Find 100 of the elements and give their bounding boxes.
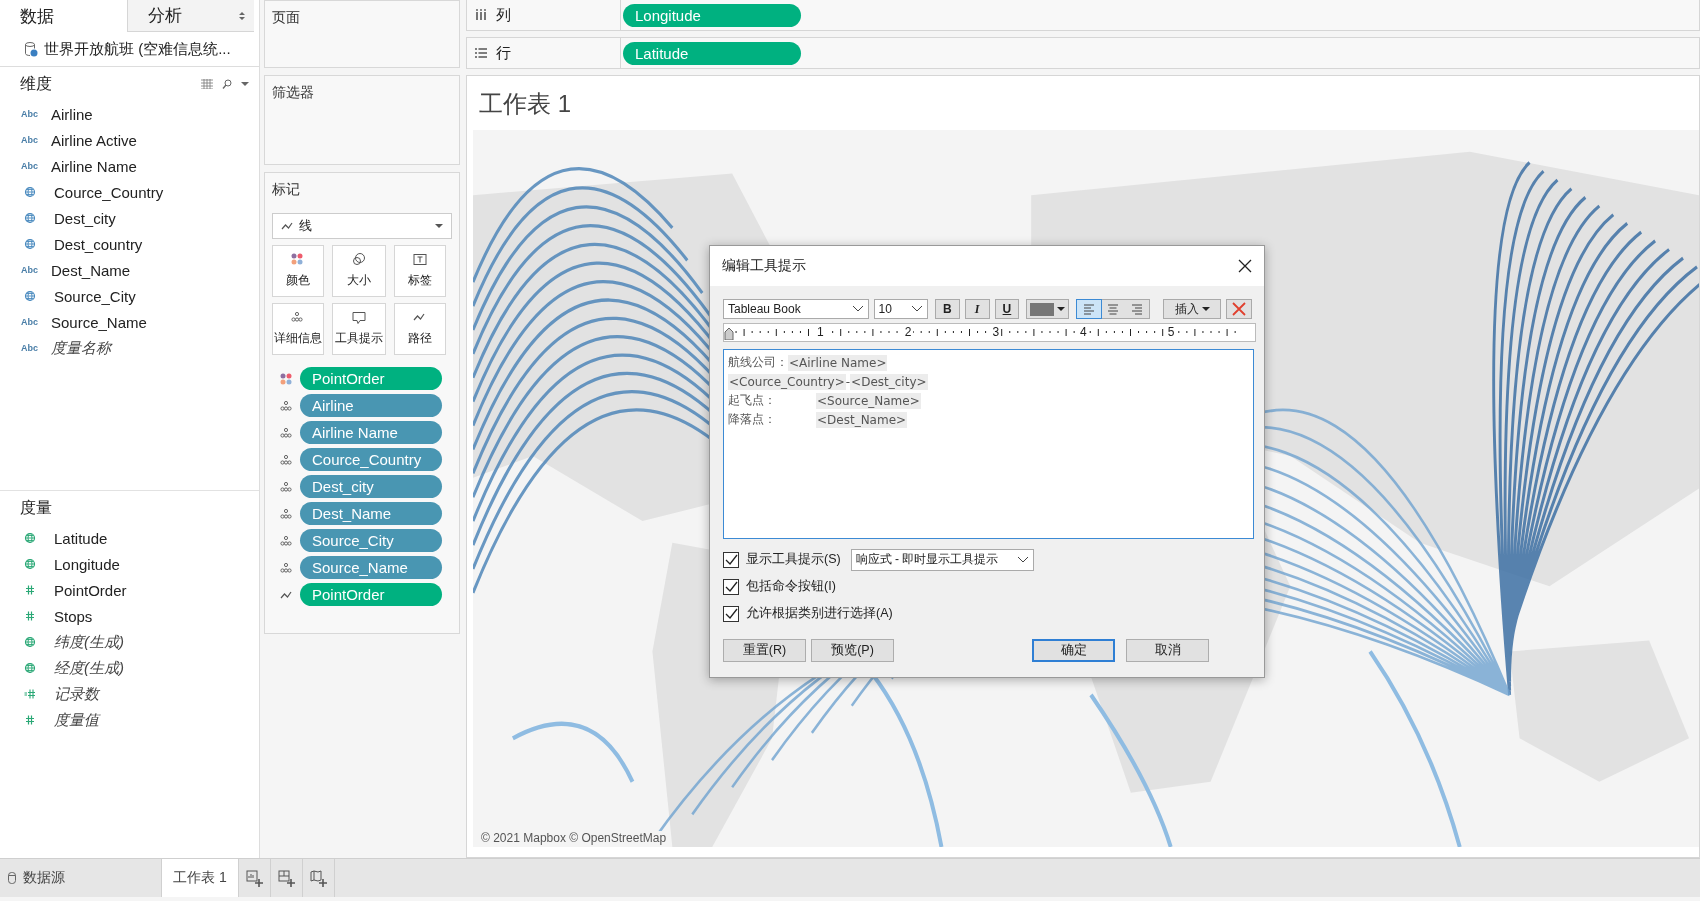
indent-marker-icon[interactable]	[724, 328, 734, 340]
bold-button[interactable]: B	[935, 299, 960, 319]
field-item[interactable]: Dest_city	[54, 209, 116, 227]
align-left-button[interactable]	[1076, 300, 1101, 318]
field-item[interactable]: Latitude	[54, 529, 108, 547]
field-item[interactable]: Airline	[51, 105, 93, 123]
number-icon	[24, 714, 36, 726]
search-icon[interactable]	[222, 79, 232, 89]
color-dots-icon	[291, 253, 305, 267]
field-item[interactable]: 度量名称	[51, 338, 111, 358]
field-item[interactable]: Dest_country	[54, 235, 143, 253]
editor-text: 起飞点：	[728, 392, 777, 409]
map-attribution: © 2021 Mapbox © OpenStreetMap	[479, 831, 669, 845]
dots-icon	[280, 507, 292, 520]
editor-text: 降落点：	[728, 411, 777, 428]
globe-icon	[24, 212, 36, 224]
align-right-icon	[1129, 302, 1144, 316]
list-view-icon[interactable]	[201, 79, 213, 89]
font-dropdown[interactable]: Tableau Book	[723, 299, 869, 319]
check-icon	[724, 606, 738, 621]
field-item[interactable]: Stops	[54, 607, 93, 625]
font-size-dropdown[interactable]: 10	[873, 299, 929, 319]
field-item[interactable]: Source_City	[54, 287, 136, 305]
globe-icon	[24, 532, 36, 544]
check-icon	[724, 579, 738, 594]
field-item[interactable]: 纬度(生成)	[54, 632, 124, 652]
globe-icon	[24, 662, 36, 674]
datasource-name[interactable]: 世界开放航班 (空难信息统...	[44, 39, 231, 59]
ruler-number: 3	[990, 325, 1002, 339]
field-item[interactable]: 度量值	[54, 710, 99, 730]
new-dashboard-icon	[278, 869, 295, 887]
marks-button[interactable]: 大小	[332, 245, 386, 297]
caret-icon	[1057, 306, 1066, 312]
dialog-button[interactable]: 重置(R)	[723, 639, 806, 662]
behavior-dropdown[interactable]: 响应式 - 即时显示工具提示	[850, 548, 1034, 571]
italic-button[interactable]: I	[964, 299, 990, 319]
marks-button[interactable]: 工具提示	[332, 303, 386, 355]
globe-icon	[24, 290, 36, 302]
field-token: <Airline Name>	[788, 354, 888, 371]
marks-button[interactable]: 路径	[394, 303, 446, 355]
number-icon	[24, 610, 36, 622]
new-story-icon	[310, 869, 327, 887]
ruler-number: 2	[902, 325, 914, 339]
type-label: Abc	[21, 161, 39, 171]
checkbox-label[interactable]: 允许根据类别进行选择(A)	[746, 605, 893, 622]
field-item[interactable]: Cource_Country	[54, 183, 164, 201]
dots-icon	[280, 453, 292, 466]
marks-button[interactable]: 颜色	[272, 245, 324, 297]
clear-button[interactable]	[1226, 299, 1252, 319]
checkbox-label[interactable]: 显示工具提示(S)	[746, 551, 841, 568]
dialog-button[interactable]: 预览(P)	[811, 639, 894, 662]
sheet-tab[interactable]: 工作表 1	[162, 859, 239, 897]
field-item[interactable]: Airline Name	[51, 157, 137, 175]
field-item[interactable]: PointOrder	[54, 581, 127, 599]
dots-icon	[280, 480, 292, 493]
checkbox[interactable]	[723, 578, 739, 595]
marks-button[interactable]: 标签	[394, 245, 446, 297]
field-item[interactable]: 经度(生成)	[54, 658, 124, 678]
number-icon	[24, 584, 36, 596]
circles-icon	[352, 253, 366, 267]
type-label: Abc	[21, 265, 39, 275]
close-icon[interactable]	[1238, 259, 1252, 273]
field-item[interactable]: Source_Name	[51, 313, 147, 331]
database-icon	[24, 41, 38, 57]
type-label: Abc	[21, 135, 39, 145]
checkbox[interactable]	[723, 551, 739, 568]
insert-button[interactable]: 插入	[1162, 299, 1222, 319]
pane-tab[interactable]: 分析	[127, 0, 254, 32]
tooltip-editor[interactable]: 航线公司：<Airline Name> <Cource_Country>-<Dest_city> 起飞点： <Source_Name> 降落点： <Dest_Name>	[723, 349, 1254, 539]
globe-icon	[24, 186, 36, 198]
checkbox-label[interactable]: 包括命令按钮(I)	[746, 578, 836, 595]
caret-icon	[435, 223, 443, 229]
caret-icon	[1201, 306, 1210, 312]
checkbox[interactable]	[723, 605, 739, 622]
field-item[interactable]: Dest_Name	[51, 261, 131, 279]
mark-type-dropdown[interactable]: 线	[272, 213, 452, 239]
caret-icon[interactable]	[241, 81, 249, 87]
sort-icon[interactable]	[238, 9, 246, 22]
shelf-label: 列	[496, 5, 511, 25]
field-item[interactable]: Longitude	[54, 555, 120, 573]
chevron-icon	[851, 305, 864, 313]
line-icon	[281, 220, 293, 232]
field-item[interactable]: 记录数	[54, 684, 99, 704]
dots-icon	[280, 534, 292, 547]
chevron-icon	[911, 305, 924, 313]
ruler-number: 5	[1165, 325, 1177, 339]
label-box-icon	[413, 253, 427, 267]
field-item[interactable]: Airline Active	[51, 131, 137, 149]
section-title: 度量	[20, 497, 52, 518]
marks-button[interactable]: 详细信息	[272, 303, 324, 355]
chevron-icon	[1016, 555, 1029, 564]
rows-icon	[475, 47, 487, 59]
dialog-button[interactable]: 确定	[1032, 639, 1115, 662]
text-color-button[interactable]	[1026, 299, 1069, 319]
card-title: 标记	[272, 181, 301, 199]
section-title: 维度	[20, 73, 52, 94]
card-title: 页面	[272, 9, 301, 27]
dialog-button[interactable]: 取消	[1126, 639, 1209, 662]
color-dots-icon	[280, 372, 292, 385]
underline-button[interactable]: U	[994, 299, 1020, 319]
